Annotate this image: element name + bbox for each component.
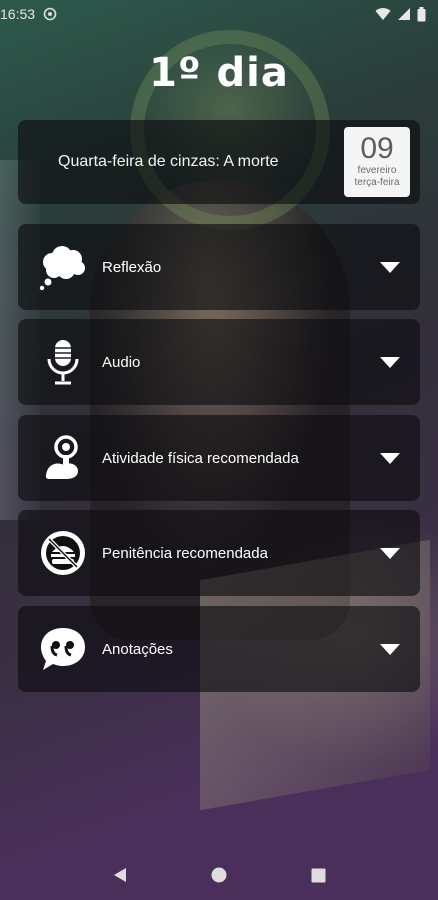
section-anotacoes[interactable]: Anotações xyxy=(18,606,420,692)
status-right xyxy=(375,6,426,22)
chevron-down-icon[interactable] xyxy=(378,641,402,657)
microphone-icon xyxy=(38,337,88,387)
day-card-title: Quarta-feira de cinzas: A morte xyxy=(58,153,279,170)
section-label: Audio xyxy=(102,353,141,371)
system-nav-bar xyxy=(0,850,438,900)
section-atividade-fisica[interactable]: Atividade física recomendada xyxy=(18,415,420,501)
home-icon[interactable] xyxy=(199,855,239,895)
signal-icon xyxy=(397,7,411,21)
section-audio[interactable]: Audio xyxy=(18,319,420,405)
sync-icon xyxy=(43,7,57,21)
date-badge: 09 fevereiro terça-feira xyxy=(344,127,410,197)
no-food-icon xyxy=(38,528,88,578)
chevron-down-icon[interactable] xyxy=(378,259,402,275)
person-activity-icon xyxy=(38,433,88,483)
day-card: Quarta-feira de cinzas: A morte 09 fever… xyxy=(18,120,420,204)
chevron-down-icon[interactable] xyxy=(378,545,402,561)
date-weekday: terça-feira xyxy=(354,177,400,188)
section-reflexao[interactable]: Reflexão xyxy=(18,224,420,310)
status-bar: 16:53 xyxy=(0,0,438,28)
battery-icon xyxy=(417,6,426,22)
chevron-down-icon[interactable] xyxy=(378,354,402,370)
date-day: 09 xyxy=(360,132,394,165)
thought-bubble-icon xyxy=(38,242,88,292)
date-month: fevereiro xyxy=(357,165,397,176)
section-label: Atividade física recomendada xyxy=(102,449,299,467)
section-penitencia[interactable]: Penitência recomendada xyxy=(18,510,420,596)
back-icon[interactable] xyxy=(100,855,140,895)
section-label: Penitência recomendada xyxy=(102,544,268,562)
recents-icon[interactable] xyxy=(298,855,338,895)
status-time: 16:53 xyxy=(0,6,36,22)
status-left: 16:53 xyxy=(0,6,57,22)
page-title: 1º dia xyxy=(149,50,289,96)
wifi-icon xyxy=(375,7,391,21)
section-label: Reflexão xyxy=(102,258,162,276)
quote-icon xyxy=(38,624,88,674)
section-label: Anotações xyxy=(102,640,173,658)
chevron-down-icon[interactable] xyxy=(378,450,402,466)
